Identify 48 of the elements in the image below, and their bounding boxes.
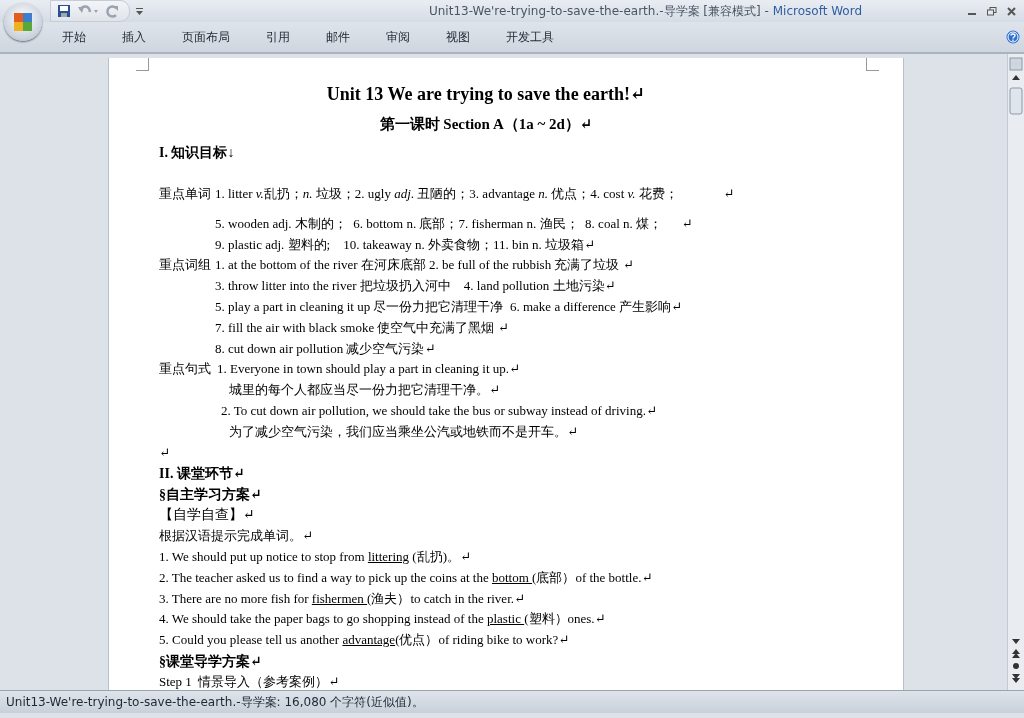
office-logo-icon[interactable] <box>12 11 34 33</box>
exercise-sentence: 4. We should take the paper bags to go shopping instead of the plastic (塑料）ones.↵ <box>159 610 607 629</box>
exercise-sentence: 2. The teacher asked us to find a way to pick up the coins at the bottom (底部）of the bottle.↵ <box>159 568 654 587</box>
ribbon-tab[interactable]: 开始 <box>50 24 98 50</box>
restore-icon[interactable] <box>987 6 997 16</box>
row-label: 重点单词 <box>159 185 212 203</box>
section-heading: I. 知识目标↓ <box>159 144 236 162</box>
paragraph-mark: ↵ <box>159 443 171 462</box>
status-text: Unit13-We're-trying-to-save-the-earth.-导学案: 16,080 个字符(近似值)。 <box>6 693 424 711</box>
phrase-line: 5. play a part in cleaning it up 尽一份力把它清理干净 6. make a difference 产生影响↵ <box>215 298 683 316</box>
title-separator: - <box>764 3 769 18</box>
subsection-heading: §课堂导学方案↵ <box>159 652 263 671</box>
close-icon[interactable] <box>1007 6 1016 16</box>
ribbon-tab[interactable]: 审阅 <box>374 24 422 50</box>
phrase-line: 3. throw litter into the river 把垃圾扔入河中 4. land pollution 土地污染↵ <box>215 277 617 296</box>
section-heading: II. 课堂环节↵ <box>159 465 246 484</box>
exercise-sentence: 1. We should put up notice to stop from littering (乱扔)。↵ <box>159 547 472 566</box>
translation-line: 为了减少空气污染，我们应当乘坐公汽或地铁而不是开车。↵ <box>228 422 579 441</box>
ribbon-tab[interactable]: 页面布局 <box>170 24 242 50</box>
vocabulary-line: 1. litter v.乱扔；n. 垃圾；2. ugly adj. 丑陋的；3. advantage n. 优点；4. cost v. 花费； ↵ <box>215 185 736 203</box>
bracket-heading: 【自学自查】↵ <box>159 506 256 525</box>
subsection-heading: §自主学习方案↵ <box>159 486 263 505</box>
phrase-line: 8. cut down air pollution 减少空气污染↵ <box>215 339 437 358</box>
document-subtitle: 第一课时 Section A（1a ~ 2d）↵ <box>378 115 594 134</box>
translation-line: 城里的每个人都应当尽一份力把它清理干净。↵ <box>228 381 501 400</box>
row-label: 重点句式 <box>159 360 212 379</box>
row-label: 重点词组 <box>159 256 212 275</box>
vocabulary-line: 9. plastic adj. 塑料的; 10. takeaway n. 外卖食物；11. bin n. 垃圾箱↵ <box>215 235 596 254</box>
ribbon-tab[interactable]: 开发工具 <box>494 24 566 50</box>
ribbon-tab[interactable]: 引用 <box>254 24 302 50</box>
vocabulary-line: 5. wooden adj. 木制的； 6. bottom n. 底部；7. fisherman n. 渔民； 8. coal n. 煤； ↵ <box>215 214 694 233</box>
instruction-text: 根据汉语提示完成单词。↵ <box>159 527 314 546</box>
document-title: Unit 13 We are trying to save the earth!↵ <box>325 83 647 106</box>
sentence-line: 1. Everyone in town should play a part in cleaning it up.↵ <box>216 360 521 379</box>
window-title: Unit13-We're-trying-to-save-the-earth.-导学案 [兼容模式] <box>429 3 761 18</box>
ribbon-tab[interactable]: 插入 <box>110 24 158 50</box>
exercise-sentence: 5. Could you please tell us another advantage(优点）of riding bike to work?↵ <box>159 631 571 650</box>
ribbon-tab[interactable]: 邮件 <box>314 24 362 50</box>
app-name: Microsoft Word <box>772 3 862 18</box>
ribbon-tab[interactable]: 视图 <box>434 24 482 50</box>
phrase-line: 1. at the bottom of the river 在河床底部 2. be full of the rubbish 充满了垃圾 ↵ <box>215 256 635 275</box>
save-icon[interactable] <box>57 4 71 18</box>
sentence-line: 2. To cut down air pollution, we should take the bus or subway instead of driving.↵ <box>220 401 658 420</box>
exercise-sentence: 3. There are no more fish for fishermen (渔夫）to catch in the river.↵ <box>159 589 526 608</box>
help-icon[interactable] <box>1006 30 1020 44</box>
step-heading: Step 1 情景导入（参考案例）↵ <box>159 672 341 690</box>
phrase-line: 7. fill the air with black smoke 使空气中充满了黑烟 ↵ <box>215 318 510 337</box>
customize-caret-icon[interactable] <box>136 7 143 15</box>
